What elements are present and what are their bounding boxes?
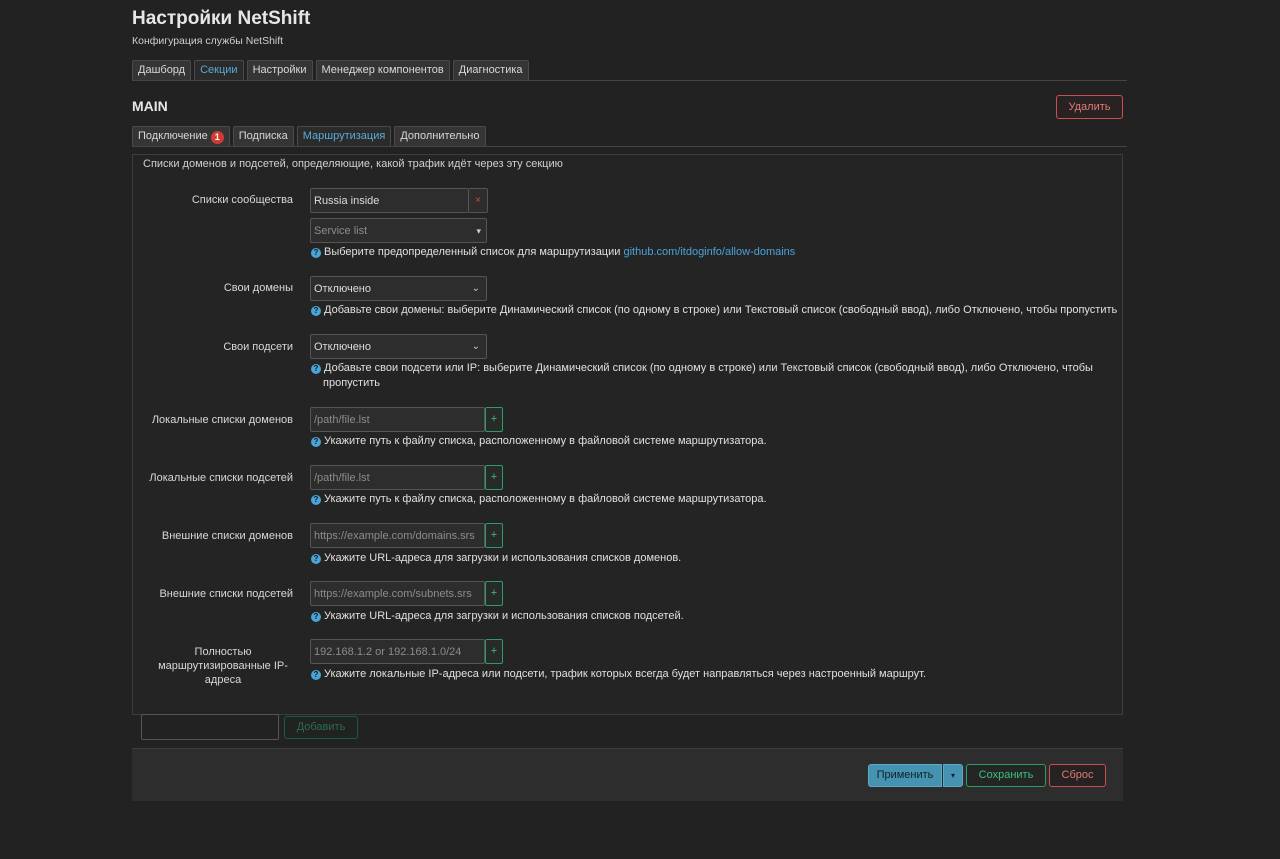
own-subnets-select[interactable]: Отключено ⌄ — [310, 334, 487, 359]
community-list-selected: Russia inside — [314, 195, 380, 207]
local-subnet-lists-input[interactable]: /path/file.lst — [310, 465, 485, 490]
add-local-subnet-list-button[interactable]: + — [485, 465, 503, 490]
tab-component-manager[interactable]: Менеджер компонентов — [315, 60, 450, 80]
add-section-button[interactable]: Добавить — [284, 716, 358, 739]
local-domain-lists-label: Локальные списки доменов — [151, 414, 293, 426]
tab-dashboard[interactable]: Дашборд — [132, 60, 192, 80]
external-domain-lists-help: ? Укажите URL-адреса для загрузки и испол… — [311, 551, 681, 566]
own-domains-value: Отключено — [314, 283, 371, 295]
external-domain-lists-input[interactable]: https://example.com/domains.srs — [310, 523, 485, 548]
tab-settings[interactable]: Настройки — [246, 60, 313, 80]
local-domain-lists-help: ? Укажите путь к файлу списка, расположен… — [311, 434, 767, 449]
question-circle-icon: ? — [311, 437, 321, 447]
tab-advanced[interactable]: Дополнительно — [394, 126, 486, 146]
add-local-domain-list-button[interactable]: + — [485, 407, 503, 432]
community-list-placeholder: Service list — [314, 225, 368, 237]
own-subnets-value: Отключено — [314, 341, 371, 353]
question-circle-icon: ? — [311, 248, 321, 258]
community-lists-label: Списки сообщества — [191, 194, 293, 206]
local-subnet-lists-label: Локальные списки подсетей — [149, 472, 293, 484]
question-circle-icon: ? — [311, 612, 321, 622]
add-external-domain-list-button[interactable]: + — [485, 523, 503, 548]
question-circle-icon: ? — [311, 495, 321, 505]
full-routed-ips-label: Полностью маршрутизированные IP- адреса — [153, 645, 293, 687]
own-subnets-help-line1: Добавьте свои подсети или IP: выберите Д… — [324, 362, 1093, 374]
apply-button[interactable]: Применить — [868, 764, 942, 787]
tab-connection-label: Подключение — [138, 130, 208, 142]
external-domain-lists-label: Внешние списки доменов — [161, 530, 293, 542]
external-subnet-lists-help: ? Укажите URL-адреса для загрузки и испол… — [311, 609, 684, 624]
add-external-subnet-list-button[interactable]: + — [485, 581, 503, 606]
question-circle-icon: ? — [311, 364, 321, 374]
own-subnets-label: Свои подсети — [223, 341, 293, 353]
community-list-select[interactable]: Service list ▾ — [310, 218, 487, 243]
own-domains-label: Свои домены — [223, 282, 293, 294]
tab-diagnostics[interactable]: Диагностика — [452, 60, 529, 80]
chevron-down-icon: ⌄ — [471, 341, 480, 352]
question-circle-icon: ? — [311, 554, 321, 564]
tab-routing[interactable]: Маршрутизация — [296, 126, 392, 146]
local-subnet-lists-placeholder: /path/file.lst — [314, 472, 370, 484]
full-routed-ips-help: ? Укажите локальные IP-адреса или подсети… — [311, 667, 926, 682]
own-domains-help: ? Добавьте свои домены: выберите Динамиче… — [311, 303, 1117, 318]
external-subnet-lists-label: Внешние списки подсетей — [159, 588, 293, 600]
external-subnet-lists-help-text: Укажите URL-адреса для загрузки и исполь… — [324, 610, 684, 622]
section-tabs: Подключение 1 Подписка Маршрутизация Допо… — [132, 126, 486, 146]
own-subnets-help-line2: пропустить — [323, 377, 380, 389]
full-routed-ips-help-text: Укажите локальные IP-адреса или подсети,… — [324, 668, 927, 680]
delete-button[interactable]: Удалить — [1056, 95, 1123, 119]
allow-domains-link[interactable]: github.com/itdoginfo/allow-domains — [623, 246, 795, 258]
full-routed-ips-label-line1: Полностью — [194, 646, 252, 658]
external-subnet-lists-placeholder: https://example.com/subnets.srs — [314, 588, 472, 600]
local-subnet-lists-help-text: Укажите путь к файлу списка, расположенн… — [324, 493, 767, 505]
dropdown-arrow-icon: ▾ — [476, 226, 481, 236]
full-routed-ips-label-line2: маршрутизированные IP- — [158, 660, 288, 672]
section-title: MAIN — [132, 98, 168, 114]
community-list-value: Russia inside — [310, 188, 469, 213]
error-count-badge: 1 — [210, 131, 224, 144]
community-lists-help: ? Выберите предопределенный список для ма… — [311, 245, 795, 260]
page-title: Настройки NetShift — [132, 8, 311, 29]
external-subnet-lists-input[interactable]: https://example.com/subnets.srs — [310, 581, 485, 606]
page-subtitle: Конфигурация службы NetShift — [132, 35, 284, 47]
save-button[interactable]: Сохранить — [966, 764, 1046, 787]
own-domains-select[interactable]: Отключено ⌄ — [310, 276, 487, 301]
panel-description: Списки доменов и подсетей, определяющие,… — [143, 158, 563, 170]
tab-subscription[interactable]: Подписка — [232, 126, 294, 146]
full-routed-ips-placeholder: 192.168.1.2 or 192.168.1.0/24 — [314, 646, 462, 658]
external-domain-lists-help-text: Укажите URL-адреса для загрузки и исполь… — [324, 552, 682, 564]
chevron-down-icon: ⌄ — [471, 283, 480, 294]
question-circle-icon: ? — [311, 670, 321, 680]
local-subnet-lists-help: ? Укажите путь к файлу списка, расположен… — [311, 492, 767, 507]
tab-connection[interactable]: Подключение 1 — [132, 126, 230, 146]
section-tabs-divider — [132, 146, 1127, 147]
question-circle-icon: ? — [311, 306, 321, 316]
remove-community-list-button[interactable]: × — [469, 188, 488, 213]
local-domain-lists-help-text: Укажите путь к файлу списка, расположенн… — [324, 435, 767, 447]
community-lists-help-text: Выберите предопределенный список для мар… — [324, 246, 624, 258]
main-tabs-divider — [132, 80, 1127, 81]
reset-button[interactable]: Сброс — [1049, 764, 1106, 787]
full-routed-ips-input[interactable]: 192.168.1.2 or 192.168.1.0/24 — [310, 639, 485, 664]
own-subnets-help: ? Добавьте свои подсети или IP: выберите … — [311, 361, 1093, 391]
add-full-routed-ip-button[interactable]: + — [485, 639, 503, 664]
local-domain-lists-input[interactable]: /path/file.lst — [310, 407, 485, 432]
own-domains-help-text: Добавьте свои домены: выберите Динамичес… — [324, 304, 1118, 316]
apply-options-button[interactable]: ▾ — [943, 764, 963, 787]
main-tabs: Дашборд Секции Настройки Менеджер компон… — [132, 60, 529, 80]
local-domain-lists-placeholder: /path/file.lst — [314, 414, 370, 426]
new-section-name-input[interactable] — [141, 714, 279, 740]
external-domain-lists-placeholder: https://example.com/domains.srs — [314, 530, 475, 542]
full-routed-ips-label-line3: адреса — [204, 674, 242, 686]
tab-sections[interactable]: Секции — [194, 60, 244, 80]
